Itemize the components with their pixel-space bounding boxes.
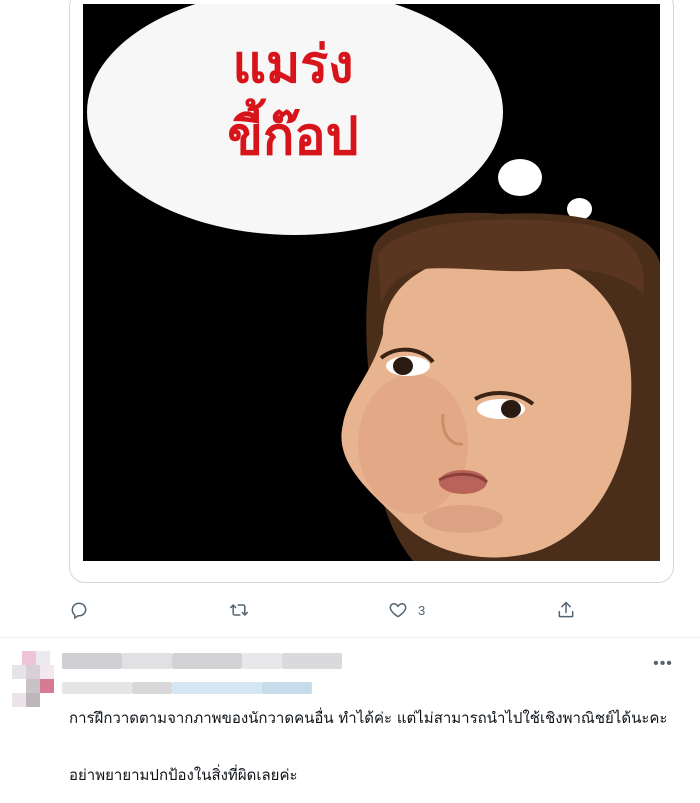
tweet-divider bbox=[0, 637, 700, 638]
reply-button[interactable] bbox=[69, 596, 89, 624]
like-button[interactable]: 3 bbox=[388, 596, 425, 624]
share-icon bbox=[558, 601, 574, 618]
share-button[interactable] bbox=[556, 596, 576, 624]
like-count: 3 bbox=[418, 602, 426, 618]
avatar[interactable] bbox=[12, 645, 54, 707]
girl-illustration bbox=[341, 212, 660, 561]
tweet-action-bar: 3 bbox=[0, 596, 700, 624]
more-options-button[interactable]: ••• bbox=[650, 656, 676, 672]
retweet-icon bbox=[229, 604, 249, 616]
heart-icon bbox=[389, 602, 407, 618]
reply-tweet-text: การฝึกวาดตามจากภาพของนักวาดคนอื่น ทำได้ค… bbox=[69, 708, 669, 786]
retweet-button[interactable] bbox=[229, 596, 249, 624]
reply-paragraph-2: อย่าพยายามปกป้องในสิ่งที่ผิดเลยค่ะ bbox=[69, 766, 298, 784]
user-handle-obscured[interactable] bbox=[62, 682, 312, 696]
reply-paragraph-1: การฝึกวาดตามจากภาพของนักวาดคนอื่น ทำได้ค… bbox=[69, 709, 668, 727]
reply-icon bbox=[71, 602, 87, 620]
tweet-media-card[interactable]: แมร่ง ขี้ก๊อป bbox=[69, 0, 674, 583]
user-name-obscured[interactable] bbox=[62, 653, 342, 671]
meme-image[interactable]: แมร่ง ขี้ก๊อป bbox=[83, 4, 660, 561]
